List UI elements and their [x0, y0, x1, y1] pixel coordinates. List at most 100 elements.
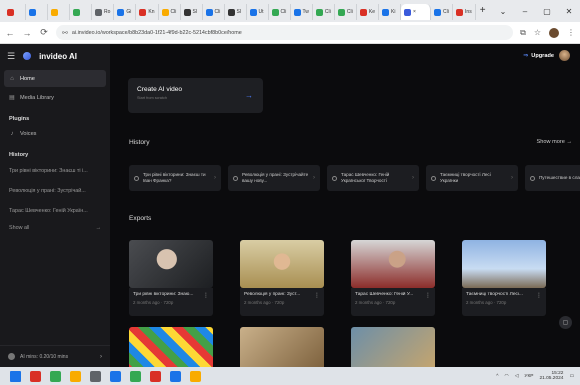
- video-thumbnail[interactable]: [351, 240, 435, 288]
- url-field[interactable]: ⚯ ai.invideo.io/workspace/b8b23da0-1f21-…: [56, 25, 514, 40]
- browser-tab[interactable]: Cli: [335, 4, 357, 20]
- history-card[interactable]: Тарас Шевченко: Геній Української Творчо…: [327, 165, 419, 191]
- tab-label: Ins: [465, 9, 472, 15]
- history-card[interactable]: Таємниці творчості Лесі Українки ›: [426, 165, 518, 191]
- tab-favicon-icon: [95, 8, 102, 16]
- upgrade-label: Upgrade: [531, 52, 554, 59]
- telegram-icon[interactable]: [110, 370, 121, 382]
- history-card-title: Тарас Шевченко: Геній Української Творчо…: [341, 172, 390, 183]
- chrome2-icon[interactable]: [190, 370, 201, 382]
- reload-icon[interactable]: ⟳: [39, 27, 49, 38]
- volume-icon[interactable]: ◁: [515, 374, 519, 379]
- export-card[interactable]: Тарас Шевченко: Геній У... 2 months ago ·…: [351, 240, 435, 316]
- more-options-icon[interactable]: ⋮: [425, 292, 431, 299]
- arrow-right-icon: →: [245, 91, 253, 100]
- language-indicator[interactable]: УКР: [524, 374, 533, 379]
- app2-icon[interactable]: [150, 370, 161, 382]
- history-item[interactable]: Три рівні вікторини: Знаєш ті і...: [0, 161, 110, 181]
- whatsapp-icon[interactable]: [50, 370, 61, 382]
- menu-icon[interactable]: ⋮: [567, 28, 575, 37]
- browser-tab[interactable]: Cli: [431, 4, 454, 20]
- back-icon[interactable]: ←: [5, 28, 15, 38]
- export-card[interactable]: Таємниці творчості Лесі... 2 months ago ·…: [462, 240, 546, 316]
- hamburger-icon[interactable]: ☰: [7, 51, 15, 62]
- tab-favicon-icon: [51, 8, 58, 16]
- media-icon: ▤: [9, 95, 15, 101]
- browser-tab[interactable]: Ro: [92, 4, 115, 20]
- browser-tab[interactable]: ×: [401, 4, 432, 20]
- browser-tab[interactable]: Sl: [181, 4, 203, 20]
- more-options-icon[interactable]: ⋮: [536, 292, 542, 299]
- export-info: Три рівні вікторини: Знаю... 2 months ago…: [129, 288, 213, 316]
- more-options-icon[interactable]: ⋮: [314, 292, 320, 299]
- maximize-button[interactable]: ▢: [536, 7, 558, 16]
- browser-tab[interactable]: Cli: [203, 4, 225, 20]
- browser-tab[interactable]: Ins: [453, 4, 476, 20]
- sidebar-item-voices[interactable]: ♪ Voices: [4, 125, 106, 142]
- browser-tab[interactable]: Tw: [291, 4, 313, 20]
- bookmark-icon[interactable]: ☆: [534, 28, 541, 37]
- more-options-icon[interactable]: ⋮: [203, 292, 209, 299]
- browser-tab[interactable]: Ki: [379, 4, 402, 20]
- export-info: Тарас Шевченко: Геній У... 2 months ago ·…: [351, 288, 435, 316]
- user-avatar[interactable]: [559, 50, 570, 61]
- browser-tab[interactable]: Cli: [313, 4, 335, 20]
- upgrade-button[interactable]: ⇒ Upgrade: [523, 52, 554, 60]
- browser-tab[interactable]: Ke: [357, 4, 380, 20]
- video-thumbnail[interactable]: [240, 240, 324, 288]
- sidebar-item-home[interactable]: ⌂ Home: [4, 70, 106, 87]
- history-card[interactable]: Три рівні вікторини: Знаєш ти Іван Франк…: [129, 165, 221, 191]
- opera-icon[interactable]: [30, 370, 41, 382]
- history-card-title: Таємниці творчості Лесі Українки: [440, 172, 491, 183]
- history-item[interactable]: Революція у прані: Зустрічай...: [0, 181, 110, 201]
- history-item-icon: [233, 175, 238, 181]
- create-ai-video-card[interactable]: Create AI video Start from scratch →: [128, 78, 263, 113]
- browser-tab[interactable]: Kn: [136, 4, 159, 20]
- tab-label: Tw: [302, 9, 309, 15]
- sidebar-item-media-library[interactable]: ▤ Media Library: [4, 89, 106, 106]
- tab-label: Cli: [280, 9, 287, 15]
- browser-tab[interactable]: Ut: [247, 4, 269, 20]
- export-card[interactable]: Революція у прані: Зуст... 2 months ago ·…: [240, 240, 324, 316]
- upgrade-icon: ⇒: [523, 53, 529, 59]
- address-bar: ← → ⟳ ⚯ ai.invideo.io/workspace/b8b23da0…: [0, 22, 580, 44]
- chevron-up-icon[interactable]: ^: [496, 374, 498, 379]
- browser-tab[interactable]: Cli: [159, 4, 181, 20]
- video-thumbnail[interactable]: [462, 240, 546, 288]
- export-card[interactable]: Три рівні вікторини: Знаю... 2 months ago…: [129, 240, 213, 316]
- browser-tab[interactable]: Cli: [269, 4, 291, 20]
- browser-tab[interactable]: Gi: [114, 4, 137, 20]
- windows-icon[interactable]: [10, 370, 21, 382]
- forward-icon[interactable]: →: [22, 28, 32, 38]
- history-item[interactable]: Тарас Шевченко: Геній Україн...: [0, 201, 110, 221]
- chrome-icon[interactable]: [130, 370, 141, 382]
- browser-tab[interactable]: Sl: [225, 4, 247, 20]
- files-icon[interactable]: [70, 370, 81, 382]
- minimize-button[interactable]: –: [514, 7, 536, 16]
- tab-favicon-icon: [315, 8, 323, 16]
- app-icon[interactable]: [90, 370, 101, 382]
- video-thumbnail[interactable]: [129, 240, 213, 288]
- site-info-icon[interactable]: ⚯: [62, 29, 68, 37]
- new-tab-button[interactable]: +: [476, 4, 490, 18]
- history-card[interactable]: Революція у прані: Зустрічайте вашу нову…: [228, 165, 320, 191]
- browser-tab[interactable]: [70, 4, 92, 20]
- browser-tab[interactable]: [4, 4, 26, 20]
- app3-icon[interactable]: [170, 370, 181, 382]
- browser-tab[interactable]: [48, 4, 70, 20]
- close-window-button[interactable]: ✕: [558, 7, 580, 16]
- install-icon[interactable]: ⧉: [520, 28, 526, 38]
- ai-minutes-label: AI mins: 0.20/10 mins: [20, 353, 69, 360]
- profile-avatar[interactable]: [549, 27, 559, 38]
- ai-minutes-footer[interactable]: AI mins: 0.20/10 mins ›: [0, 345, 110, 367]
- clock[interactable]: 15:22 21.05.2024: [539, 371, 563, 382]
- history-card[interactable]: Путешествие в славянские ар›: [525, 165, 580, 191]
- browser-tab[interactable]: [26, 4, 48, 20]
- chat-button[interactable]: ▢: [559, 316, 572, 329]
- system-tray: ^ ◠ ◁ УКР 15:22 21.05.2024 ▭: [496, 367, 574, 385]
- wifi-icon[interactable]: ◠: [505, 374, 509, 379]
- tab-search-icon[interactable]: ⌄: [492, 7, 514, 16]
- show-more-link[interactable]: Show more →: [537, 139, 572, 145]
- show-all-link[interactable]: Show all →: [0, 225, 110, 231]
- notifications-icon[interactable]: ▭: [569, 374, 574, 379]
